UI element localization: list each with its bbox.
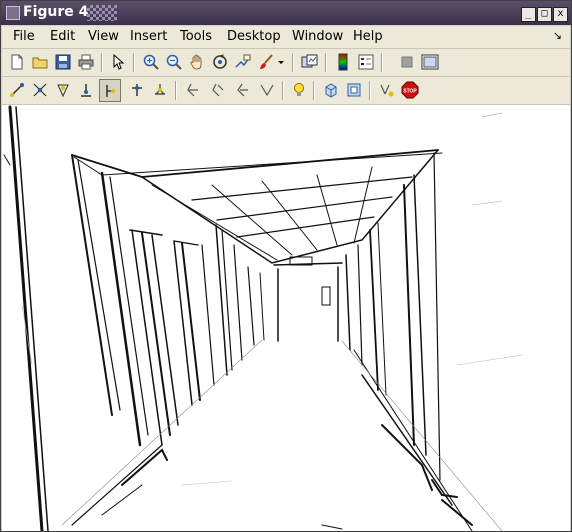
cube-icon[interactable] — [321, 80, 341, 100]
menu-window[interactable]: Window — [292, 29, 343, 44]
pan-hand-icon[interactable] — [187, 52, 207, 72]
figure-canvas[interactable] — [2, 105, 570, 531]
figure-window: Figure 4 _ □ x File Edit View Insert Too… — [0, 0, 572, 532]
toolbar-separator — [381, 53, 383, 72]
edge-tool-3-icon[interactable] — [53, 80, 73, 100]
zoom-in-icon[interactable] — [141, 52, 161, 72]
show-plot-tools-icon[interactable] — [420, 52, 440, 72]
toolbar-separator — [101, 53, 103, 72]
stop-icon[interactable]: STOP — [400, 80, 420, 100]
window-menu-icon[interactable] — [6, 6, 20, 20]
toolbar-separator — [292, 53, 294, 72]
edge-tool-6-icon[interactable] — [127, 80, 147, 100]
edge-tool-4-icon[interactable] — [76, 80, 96, 100]
edge-tool-7-icon[interactable] — [150, 80, 170, 100]
menu-tools[interactable]: Tools — [180, 29, 212, 44]
edge-tool-1-icon[interactable] — [7, 80, 27, 100]
light-bulb-icon[interactable] — [289, 80, 309, 100]
stop-label: STOP — [403, 89, 417, 95]
legend-icon[interactable] — [356, 52, 376, 72]
print-icon[interactable] — [76, 52, 96, 72]
link-plot-icon[interactable] — [300, 52, 320, 72]
vertex-tool-3-icon[interactable] — [233, 80, 253, 100]
edge-tool-2-icon[interactable] — [30, 80, 50, 100]
rotate-3d-icon[interactable] — [210, 52, 230, 72]
close-button[interactable]: x — [553, 7, 568, 22]
brush-icon[interactable] — [256, 52, 276, 72]
camera-toolbar: STOP — [2, 77, 570, 105]
maximize-button[interactable]: □ — [537, 7, 552, 22]
new-figure-icon[interactable] — [7, 52, 27, 72]
zoom-out-icon[interactable] — [164, 52, 184, 72]
hide-plot-tools-icon[interactable] — [397, 52, 417, 72]
menu-insert[interactable]: Insert — [130, 29, 167, 44]
toolbar-separator — [313, 81, 315, 100]
vertex-tool-2-icon[interactable] — [208, 80, 228, 100]
menu-view[interactable]: View — [88, 29, 119, 44]
menu-help[interactable]: Help — [353, 29, 383, 44]
toolbar-separator — [369, 81, 371, 100]
corridor-edge-image — [3, 105, 523, 531]
edge-tool-5-icon[interactable] — [99, 79, 121, 102]
toolbar-separator — [282, 81, 284, 100]
vertex-tool-1-icon[interactable] — [183, 80, 203, 100]
brush-dropdown-icon[interactable] — [276, 52, 286, 72]
minimize-button[interactable]: _ — [521, 7, 536, 22]
vertex-tool-4-icon[interactable] — [257, 80, 277, 100]
menu-desktop[interactable]: Desktop — [227, 29, 281, 44]
pointer-icon[interactable] — [108, 52, 128, 72]
toolbar-separator — [325, 53, 327, 72]
menu-bar: File Edit View Insert Tools Desktop Wind… — [2, 26, 570, 49]
extra-tool-icon[interactable] — [377, 80, 397, 100]
window-title: Figure 4 — [23, 4, 89, 20]
dock-arrow-icon[interactable]: ↘ — [553, 29, 562, 42]
menu-edit[interactable]: Edit — [50, 29, 75, 44]
menu-file[interactable]: File — [13, 29, 35, 44]
title-bar[interactable]: Figure 4 _ □ x — [1, 1, 571, 25]
toolbar-separator — [175, 81, 177, 100]
colorbar-icon[interactable] — [333, 52, 353, 72]
figure-toolbar — [2, 49, 570, 77]
titlebar-pattern — [87, 5, 117, 21]
toolbar-separator — [133, 53, 135, 72]
open-file-icon[interactable] — [30, 52, 50, 72]
data-cursor-icon[interactable] — [233, 52, 253, 72]
save-icon[interactable] — [53, 52, 73, 72]
camera-icon[interactable] — [344, 80, 364, 100]
